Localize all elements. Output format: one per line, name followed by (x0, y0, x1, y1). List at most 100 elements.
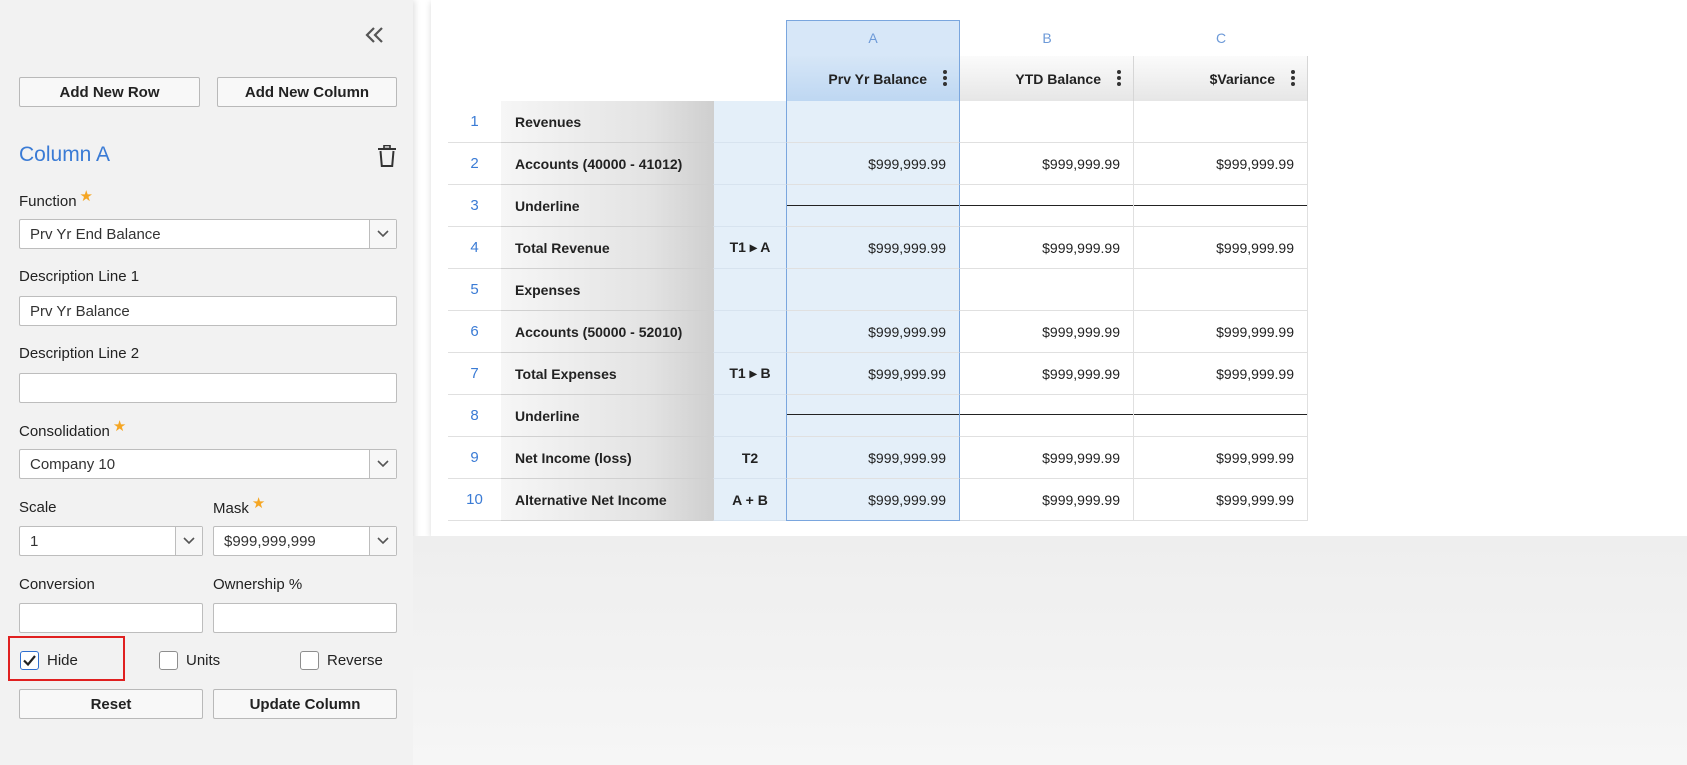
units-checkbox[interactable] (159, 651, 178, 670)
row-number[interactable]: 4 (448, 227, 501, 269)
mask-value: $999,999,999 (224, 532, 316, 550)
cell-b[interactable]: $999,999.99 (960, 437, 1134, 479)
cell-a[interactable]: $999,999.99 (786, 437, 960, 479)
cell-b[interactable]: $999,999.99 (960, 143, 1134, 185)
column-header-c[interactable]: $Variance (1134, 56, 1308, 101)
column-header-b[interactable]: YTD Balance (960, 56, 1134, 101)
row-calculation[interactable]: T1 ▸ B (713, 353, 786, 395)
cell-c[interactable]: $999,999.99 (1134, 227, 1308, 269)
row-calculation[interactable]: T2 (713, 437, 786, 479)
cell-a[interactable]: $999,999.99 (786, 227, 960, 269)
column-letter-b[interactable]: B (960, 20, 1134, 56)
row-description[interactable]: Accounts (50000 - 52010) (501, 311, 713, 353)
cell-a[interactable] (786, 269, 960, 311)
reverse-checkbox[interactable] (300, 651, 319, 670)
cell-b[interactable] (960, 269, 1134, 311)
row-number[interactable]: 5 (448, 269, 501, 311)
row-calculation[interactable]: T1 ▸ A (713, 227, 786, 269)
checkmark-icon (23, 655, 36, 667)
cell-b[interactable]: $999,999.99 (960, 311, 1134, 353)
conversion-input[interactable] (19, 603, 203, 633)
cell-c[interactable]: $999,999.99 (1134, 311, 1308, 353)
cell-c[interactable]: $999,999.99 (1134, 437, 1308, 479)
description-line-1-input[interactable]: Prv Yr Balance (19, 296, 397, 326)
column-menu-icon[interactable] (1291, 70, 1295, 86)
cell-a[interactable]: $999,999.99 (786, 143, 960, 185)
row-number[interactable]: 7 (448, 353, 501, 395)
row-number[interactable]: 9 (448, 437, 501, 479)
cell-a[interactable] (786, 101, 960, 143)
row-number[interactable]: 3 (448, 185, 501, 227)
cell-c[interactable] (1134, 101, 1308, 143)
cell-a[interactable]: $999,999.99 (786, 311, 960, 353)
row-description[interactable]: Total Expenses (501, 353, 713, 395)
mask-label: Mask ★ (213, 495, 266, 517)
mask-select[interactable]: $999,999,999 (213, 526, 397, 556)
function-select[interactable]: Prv Yr End Balance (19, 219, 397, 249)
row-calculation[interactable] (713, 311, 786, 353)
row-calculation[interactable] (713, 269, 786, 311)
column-menu-icon[interactable] (943, 70, 947, 86)
row-number[interactable]: 10 (448, 479, 501, 521)
column-letter-c[interactable]: C (1134, 20, 1308, 56)
column-letter-a[interactable]: A (786, 20, 960, 56)
row-calculation[interactable]: A + B (713, 479, 786, 521)
cell-b[interactable]: $999,999.99 (960, 227, 1134, 269)
row-calculation[interactable] (713, 185, 786, 227)
row-number[interactable]: 8 (448, 395, 501, 437)
consolidation-value: Company 10 (30, 455, 116, 473)
row-calculation[interactable] (713, 143, 786, 185)
row-description[interactable]: Revenues (501, 101, 713, 143)
row-description[interactable]: Underline (501, 185, 713, 227)
cell-b[interactable]: $999,999.99 (960, 353, 1134, 395)
reset-button[interactable]: Reset (19, 689, 203, 719)
description-line-2-input[interactable] (19, 373, 397, 403)
row-description[interactable]: Accounts (40000 - 41012) (501, 143, 713, 185)
row-number[interactable]: 2 (448, 143, 501, 185)
row-number[interactable]: 1 (448, 101, 501, 143)
chevron-down-icon[interactable] (175, 527, 202, 555)
required-star-icon: ★ (79, 188, 93, 205)
cell-b[interactable] (960, 395, 1134, 437)
column-header-a[interactable]: Prv Yr Balance (786, 56, 960, 101)
row-calculation[interactable] (713, 101, 786, 143)
required-star-icon: ★ (251, 495, 266, 512)
add-new-column-button[interactable]: Add New Column (217, 77, 397, 107)
row-description[interactable]: Alternative Net Income (501, 479, 713, 521)
cell-a[interactable] (786, 185, 960, 227)
chevron-down-icon[interactable] (369, 527, 396, 555)
scale-select[interactable]: 1 (19, 526, 203, 556)
cell-a[interactable]: $999,999.99 (786, 353, 960, 395)
consolidation-select[interactable]: Company 10 (19, 449, 397, 479)
cell-c[interactable]: $999,999.99 (1134, 143, 1308, 185)
cell-c[interactable]: $999,999.99 (1134, 353, 1308, 395)
row-number[interactable]: 6 (448, 311, 501, 353)
column-menu-icon[interactable] (1117, 70, 1121, 86)
cell-b[interactable] (960, 185, 1134, 227)
row-description[interactable]: Underline (501, 395, 713, 437)
row-calculation[interactable] (713, 395, 786, 437)
cell-b[interactable]: $999,999.99 (960, 479, 1134, 521)
row-description[interactable]: Net Income (loss) (501, 437, 713, 479)
cell-c[interactable] (1134, 395, 1308, 437)
delete-column-icon[interactable] (377, 144, 397, 167)
chevron-down-icon[interactable] (369, 450, 396, 478)
row-description[interactable]: Total Revenue (501, 227, 713, 269)
cell-c[interactable] (1134, 269, 1308, 311)
chevron-down-icon[interactable] (369, 220, 396, 248)
hide-checkbox[interactable] (20, 651, 39, 670)
row-description[interactable]: Expenses (501, 269, 713, 311)
cell-a[interactable]: $999,999.99 (786, 479, 960, 521)
ownership-input[interactable] (213, 603, 397, 633)
collapse-panel-icon[interactable] (360, 24, 390, 50)
cell-b[interactable] (960, 101, 1134, 143)
cell-c[interactable]: $999,999.99 (1134, 479, 1308, 521)
cell-a[interactable] (786, 395, 960, 437)
cell-c[interactable] (1134, 185, 1308, 227)
update-column-button[interactable]: Update Column (213, 689, 397, 719)
units-label: Units (186, 652, 221, 669)
column-title: Column A (19, 143, 111, 166)
add-new-row-button[interactable]: Add New Row (19, 77, 200, 107)
description-line-2-label: Description Line 2 (19, 345, 140, 362)
hide-label: Hide (47, 652, 78, 669)
